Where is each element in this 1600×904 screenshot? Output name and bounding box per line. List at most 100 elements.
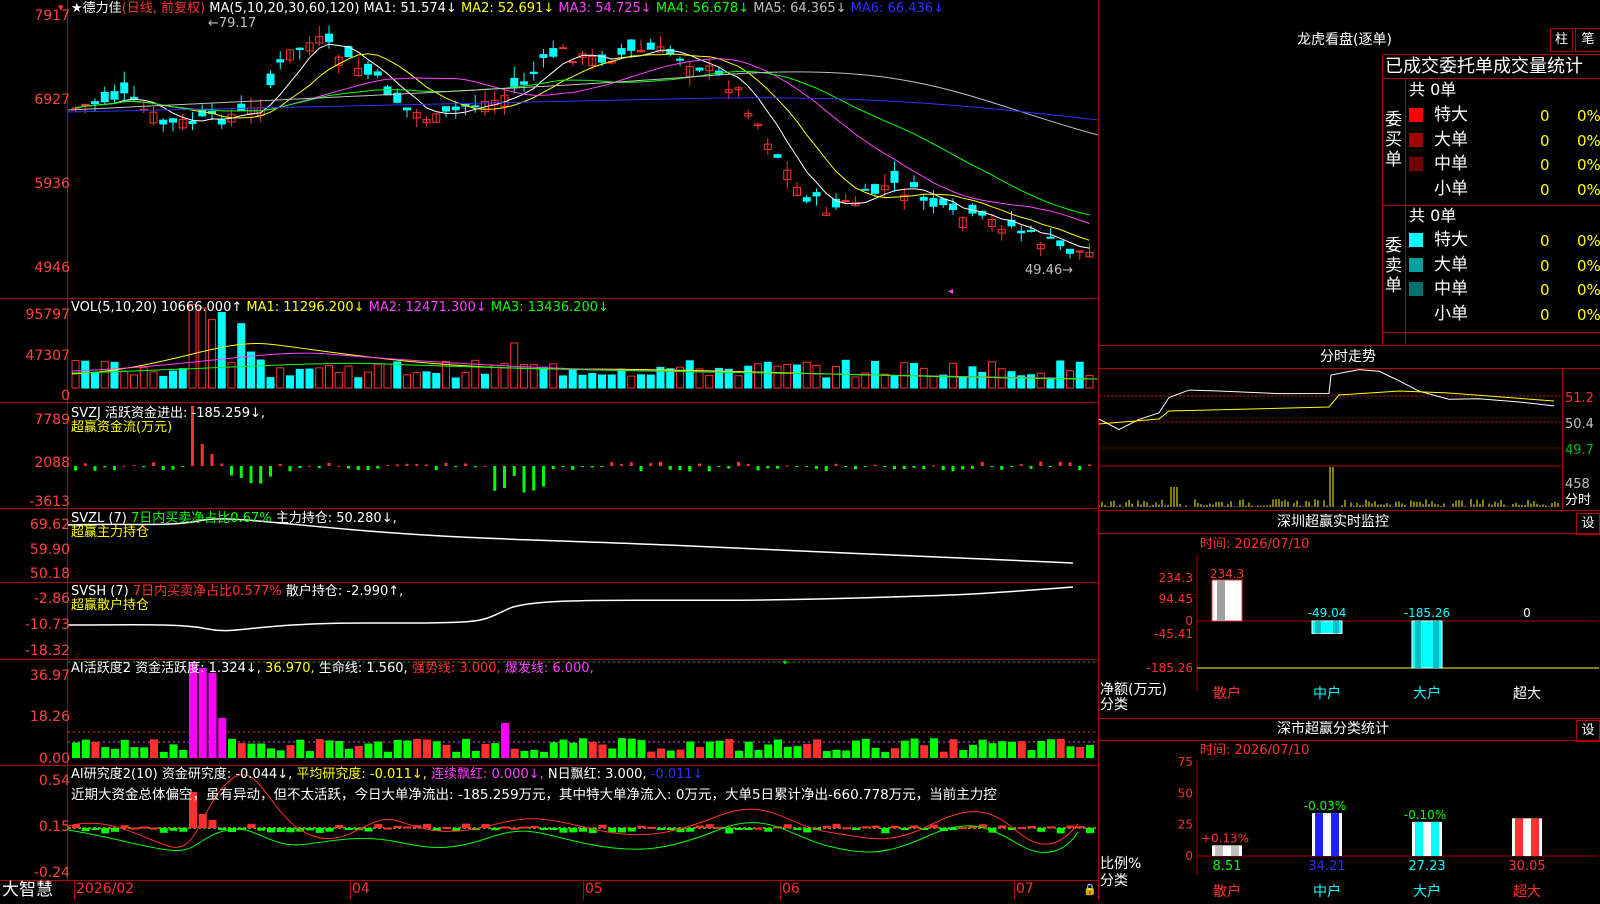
y-tick: 94.45: [1159, 592, 1193, 606]
period-label[interactable]: (日线, 前复权): [122, 1, 205, 16]
volume-bar: [315, 367, 324, 389]
pen-view-button[interactable]: 笔: [1575, 28, 1600, 52]
research-bar: [1027, 826, 1036, 829]
research-bar: [345, 828, 353, 830]
research-bar: [569, 828, 578, 833]
ratio-bar-shade: [1231, 845, 1239, 856]
candlestick-chart[interactable]: ◂: [67, 0, 1099, 298]
buy-row-swatch: [1409, 181, 1423, 196]
ma5-value: MA5: 64.365↓: [753, 1, 847, 16]
research-bar: [598, 824, 607, 828]
flow-bar: [386, 465, 389, 467]
candle: [861, 188, 870, 191]
candle: [1017, 230, 1026, 234]
flow-bar: [464, 463, 467, 466]
flow-bar: [922, 466, 926, 469]
volume-bar: [1056, 360, 1065, 389]
vol-ma1: MA1: 11296.200↓: [246, 300, 365, 315]
research-bar: [1076, 826, 1085, 829]
activity-bar: [754, 749, 763, 758]
sz-class-chart[interactable]: 75 50 25 0 +0.13% 8.51 散户 -0.03% 34.21 中户 -0.10% 27…: [1099, 755, 1600, 900]
volume-bar: [178, 368, 187, 389]
lock-icon[interactable]: 🔒: [1083, 882, 1097, 897]
buy-row-count: 0: [1540, 180, 1550, 199]
research-bar: [627, 828, 636, 832]
research-bar: [608, 828, 617, 833]
flow-bar: [990, 466, 994, 468]
candle: [520, 81, 528, 85]
research-bar: [1056, 828, 1065, 834]
research-bar: [540, 828, 548, 830]
candle: [188, 120, 197, 124]
flow-bar: [269, 466, 272, 477]
volume-bar: [802, 361, 811, 389]
volume-bar: [208, 319, 216, 389]
divider: [1098, 345, 1600, 346]
activity-bar: [501, 723, 509, 758]
activity-bar: [150, 739, 158, 758]
settings-button[interactable]: 设: [1576, 720, 1600, 742]
flow-bar: [415, 464, 419, 466]
candle: [910, 182, 918, 188]
change-label: -0.10%: [1404, 808, 1446, 822]
bar-view-button[interactable]: 柱: [1550, 28, 1573, 52]
candle: [237, 103, 246, 111]
volume-bar: [383, 363, 392, 389]
sell-row-count: 0: [1540, 232, 1550, 250]
flow-bar: [659, 461, 662, 466]
sz-monitor-chart[interactable]: 234.3 94.45 0 -45.41 -185.26 234.3 散户 -49.04 中户 -…: [1099, 550, 1600, 715]
ai-research-chart[interactable]: [67, 766, 1098, 880]
volume-bar: [364, 371, 372, 389]
flow-bar: [239, 466, 243, 478]
ratio-bar-shade: [1331, 813, 1339, 856]
sz-class-xlabel: 分类: [1100, 873, 1128, 889]
sell-row-label: 特大: [1434, 230, 1468, 250]
research-bar: [286, 828, 295, 833]
minute-chart[interactable]: [1098, 369, 1562, 509]
activity-bar: [764, 744, 773, 758]
volume-bar: [559, 375, 567, 389]
category-label: 超大: [1513, 686, 1541, 702]
volume-bar: [354, 377, 363, 389]
buy-row-pct: 0%: [1577, 156, 1600, 174]
activity-bar: [803, 743, 812, 758]
value-label: 34.21: [1308, 859, 1345, 874]
sz-class-title: 深市超赢分类统计: [1277, 721, 1389, 737]
flow-bar: [454, 466, 458, 467]
category-label: 大户: [1413, 685, 1441, 702]
volume-bar: [295, 368, 304, 389]
flow-bar: [298, 466, 302, 469]
flow-bar: [395, 464, 399, 466]
volume-bar: [286, 375, 294, 389]
volume-bar: [851, 376, 860, 389]
stock-name[interactable]: 德力佳: [83, 1, 122, 16]
value-bar: [1211, 579, 1243, 622]
flow-bar: [493, 466, 497, 491]
price-chart[interactable]: ◂: [67, 0, 1099, 298]
candle: [617, 48, 626, 55]
svsh-ratio: 7日内买卖净占比0.577%: [132, 584, 282, 599]
lhb-tabs[interactable]: 已成交委托单成交量统计: [1385, 56, 1583, 78]
flow-bar: [834, 463, 838, 466]
volume-bar: [188, 303, 197, 389]
flow-bar: [425, 464, 428, 466]
activity-bar: [1037, 740, 1046, 758]
activity-bar: [988, 743, 997, 758]
research-bar: [647, 826, 656, 829]
x-tick: [780, 880, 781, 900]
activity-bar: [296, 739, 305, 758]
volume-bar: [949, 362, 957, 389]
settings-button[interactable]: 设: [1576, 513, 1600, 535]
activity-bar: [432, 741, 441, 758]
activity-bar: [286, 745, 295, 758]
activity-bar: [959, 749, 968, 758]
candle: [695, 67, 704, 71]
candle: [549, 48, 558, 57]
activity-bar: [335, 740, 344, 758]
candle: [929, 197, 938, 207]
activity-bar: [111, 748, 119, 758]
flow-bar: [142, 466, 146, 468]
volume-bar: [890, 375, 899, 389]
activity-bar: [442, 744, 451, 758]
volume-bar: [334, 372, 343, 389]
